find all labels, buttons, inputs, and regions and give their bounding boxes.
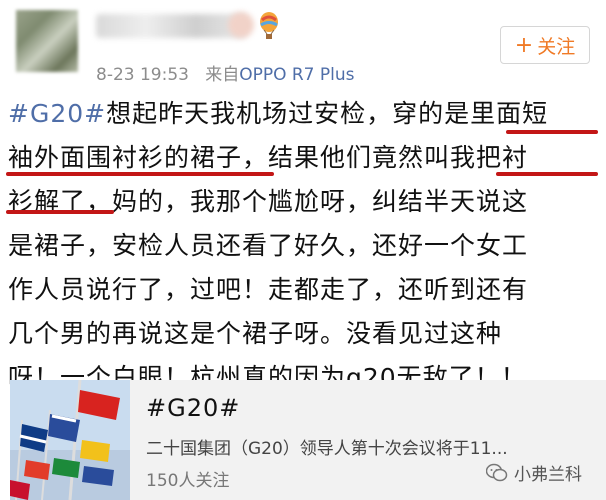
source-device-link[interactable]: OPPO R7 Plus (239, 65, 354, 85)
hot-air-balloon-icon (260, 12, 278, 39)
post-timestamp: 8-23 19:53 (96, 65, 189, 85)
follow-label: 关注 (537, 35, 576, 58)
annotation-underline (506, 130, 598, 134)
post-line: 衫解了，妈的，我那个尴尬呀，纠结半天说这 (8, 180, 604, 224)
watermark: 小弗兰科 (486, 460, 582, 485)
wechat-icon (486, 463, 508, 481)
source-prefix: 来自 (205, 65, 240, 85)
post-line: 几个男的再说这是个裙子呀。没看见过这种 (8, 312, 604, 356)
annotation-underline (6, 210, 114, 214)
topic-title: #G20# (146, 394, 241, 422)
watermark-text: 小弗兰科 (514, 465, 582, 485)
post-line: 作人员说行了，过吧！走都走了，还听到还有 (8, 268, 604, 312)
topic-follow-count: 150人关注 (146, 471, 230, 491)
post-line-text: 袖外面围衬衫的裙子，结果他们竟然叫我把衬 (8, 143, 529, 172)
follow-button[interactable]: + 关注 (500, 26, 590, 64)
topic-description: 二十国集团（G20）领导人第十次会议将于11... (146, 439, 508, 459)
post-line-text: 几个男的再说这是个裙子呀。没看见过这种 (8, 319, 503, 348)
post-line-text: 想起昨天我机场过安检，穿的是里面短 (106, 99, 549, 128)
plus-icon: + (514, 32, 534, 58)
annotation-underline (496, 172, 598, 176)
flags-image (10, 380, 130, 500)
user-avatar[interactable] (16, 10, 78, 72)
username-blurred[interactable] (96, 14, 246, 38)
post-meta: 8-23 19:53 来自OPPO R7 Plus (96, 60, 355, 85)
topic-link[interactable]: #G20# (8, 99, 106, 128)
annotation-underline (6, 172, 274, 176)
post-text: #G20#想起昨天我机场过安检，穿的是里面短 袖外面围衬衫的裙子，结果他们竟然叫… (8, 92, 604, 400)
post-line-text: 作人员说行了，过吧！走都走了，还听到还有 (8, 275, 529, 304)
user-badge-blurred (228, 12, 254, 38)
post-line: 是裙子，安检人员还看了好久，还好一个女工 (8, 224, 604, 268)
post-line-text: 是裙子，安检人员还看了好久，还好一个女工 (8, 231, 529, 260)
